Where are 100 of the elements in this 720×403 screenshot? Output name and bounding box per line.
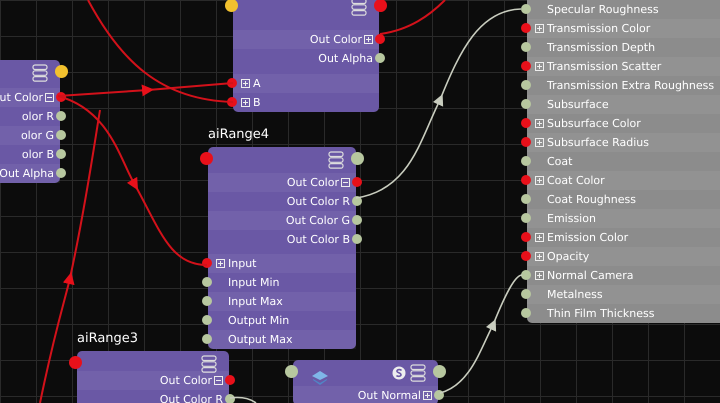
input-attribute: A <box>253 77 261 90</box>
input-attribute: Input Max <box>228 295 283 308</box>
output-attribute: Out Color <box>310 33 362 46</box>
input-port[interactable] <box>521 251 531 261</box>
output-port[interactable] <box>352 234 362 244</box>
expand-icon[interactable] <box>341 178 350 187</box>
menu-icon[interactable] <box>410 364 426 382</box>
input-attribute: Transmission Extra Roughness <box>547 79 714 92</box>
node-title: aiRange4 <box>208 127 270 142</box>
output-attribute: olor B <box>22 148 54 161</box>
input-attribute: Subsurface <box>547 98 609 111</box>
expand-icon[interactable] <box>535 252 544 261</box>
output-attribute: Out Color R <box>286 195 350 208</box>
input-attribute: Input Min <box>228 276 280 289</box>
expand-icon[interactable] <box>241 79 250 88</box>
output-port[interactable] <box>56 149 66 159</box>
input-attribute: Transmission Color <box>547 22 650 35</box>
input-port[interactable] <box>521 4 531 14</box>
expand-icon[interactable] <box>535 138 544 147</box>
input-attribute: Transmission Depth <box>547 41 656 54</box>
input-attribute: Emission Color <box>547 231 628 244</box>
shader-node[interactable] <box>0 60 60 183</box>
output-attribute: Out Normal <box>358 389 421 402</box>
expand-icon[interactable] <box>214 376 223 385</box>
input-port[interactable] <box>521 23 531 33</box>
shader-node[interactable] <box>293 360 438 403</box>
input-port[interactable] <box>521 308 531 318</box>
expand-icon[interactable] <box>241 98 250 107</box>
input-attribute: Opacity <box>547 250 590 263</box>
output-attribute: Out Alpha <box>0 167 54 180</box>
connection-wire <box>230 396 256 403</box>
input-attribute: Coat Color <box>547 174 605 187</box>
node-output-dot[interactable] <box>374 0 387 12</box>
input-port[interactable] <box>521 289 531 299</box>
input-port[interactable] <box>521 61 531 71</box>
input-port[interactable] <box>521 194 531 204</box>
output-attribute: olor G <box>20 129 54 142</box>
menu-icon[interactable] <box>351 0 367 16</box>
expand-icon[interactable] <box>45 93 54 102</box>
menu-icon[interactable] <box>328 151 344 169</box>
input-port[interactable] <box>202 334 212 344</box>
menu-icon[interactable] <box>201 355 217 373</box>
node-input-dot[interactable] <box>285 365 298 378</box>
output-attribute: Out Alpha <box>318 52 373 65</box>
node-input-dot[interactable] <box>69 356 82 369</box>
input-attribute: Subsurface Color <box>547 117 641 130</box>
input-port[interactable] <box>521 42 531 52</box>
expand-icon[interactable] <box>423 391 432 400</box>
expand-icon[interactable] <box>535 24 544 33</box>
input-attribute: Input <box>228 257 256 270</box>
input-attribute: Coat Roughness <box>547 193 636 206</box>
input-attribute: B <box>253 96 261 109</box>
shader-node[interactable] <box>527 0 720 323</box>
output-port[interactable] <box>56 111 66 121</box>
expand-icon[interactable] <box>535 233 544 242</box>
output-attribute: olor R <box>22 110 54 123</box>
node-output-dot[interactable] <box>433 365 446 378</box>
output-port[interactable] <box>56 130 66 140</box>
shader-node[interactable] <box>208 147 356 349</box>
input-attribute: Thin Film Thickness <box>547 307 654 320</box>
output-port[interactable] <box>375 53 385 63</box>
node-output-dot[interactable] <box>351 152 364 165</box>
input-port[interactable] <box>521 270 531 280</box>
input-attribute: Subsurface Radius <box>547 136 649 149</box>
shader-node[interactable] <box>233 0 379 112</box>
expand-icon[interactable] <box>535 119 544 128</box>
input-port[interactable] <box>521 156 531 166</box>
input-attribute: Normal Camera <box>547 269 634 282</box>
expand-icon[interactable] <box>535 271 544 280</box>
node-input-dot[interactable] <box>225 0 238 12</box>
output-port[interactable] <box>56 168 66 178</box>
input-port[interactable] <box>521 232 531 242</box>
output-attribute: ut Color <box>0 91 43 104</box>
input-port[interactable] <box>521 137 531 147</box>
input-port[interactable] <box>202 296 212 306</box>
input-port[interactable] <box>521 175 531 185</box>
output-attribute: Out Color <box>160 374 212 387</box>
input-attribute: Metalness <box>547 288 603 301</box>
output-attribute: Out Color G <box>286 214 350 227</box>
input-port[interactable] <box>202 315 212 325</box>
expand-icon[interactable] <box>364 35 373 44</box>
input-port[interactable] <box>521 118 531 128</box>
layers-icon <box>311 370 329 386</box>
shader-node[interactable] <box>77 351 229 403</box>
swatch-icon[interactable] <box>392 366 406 380</box>
input-port[interactable] <box>202 277 212 287</box>
input-attribute: Output Min <box>228 314 290 327</box>
input-attribute: Transmission Scatter <box>547 60 662 73</box>
node-input-dot[interactable] <box>200 152 213 165</box>
output-attribute: Out Color B <box>286 233 350 246</box>
input-port[interactable] <box>521 213 531 223</box>
node-title: aiRange3 <box>77 331 138 346</box>
output-port[interactable] <box>352 215 362 225</box>
node-output-dot[interactable] <box>55 65 68 78</box>
expand-icon[interactable] <box>216 259 225 268</box>
expand-icon[interactable] <box>535 176 544 185</box>
input-port[interactable] <box>521 80 531 90</box>
expand-icon[interactable] <box>535 62 544 71</box>
input-port[interactable] <box>521 99 531 109</box>
menu-icon[interactable] <box>32 64 48 82</box>
